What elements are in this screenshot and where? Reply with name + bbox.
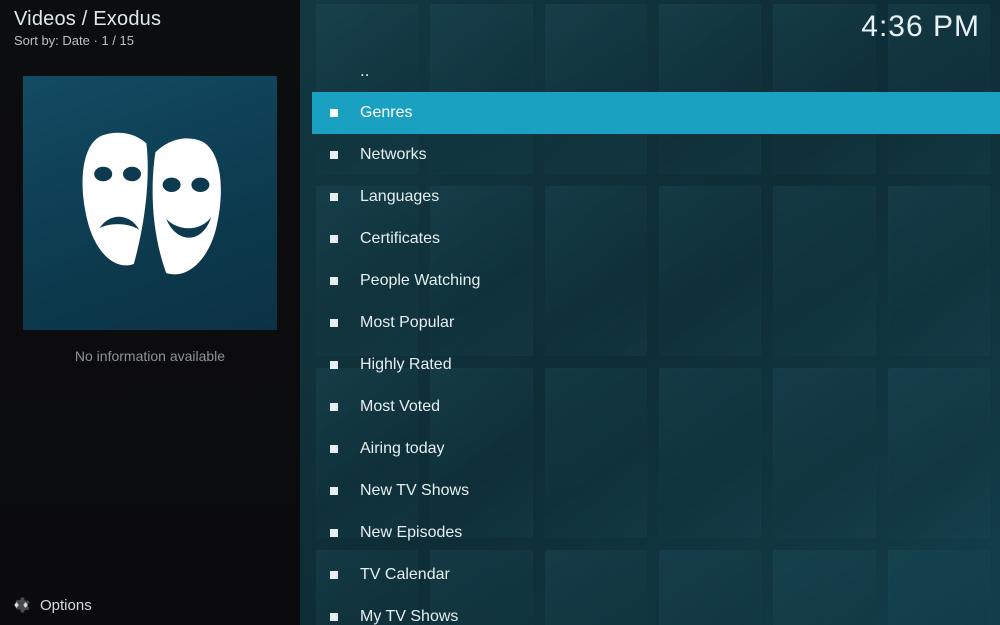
menu-item[interactable]: Airing today: [312, 428, 1000, 470]
side-panel: Videos / Exodus Sort by: Date · 1 / 15: [0, 0, 300, 625]
square-bullet-icon: [330, 319, 338, 327]
menu-item[interactable]: Most Popular: [312, 302, 1000, 344]
square-bullet-icon: [330, 403, 338, 411]
menu-item-label: Airing today: [360, 440, 445, 458]
options-label: Options: [40, 597, 92, 614]
menu-item-label: People Watching: [360, 272, 480, 290]
menu-item[interactable]: Highly Rated: [312, 344, 1000, 386]
options-button[interactable]: Options: [0, 585, 300, 625]
square-bullet-icon: [330, 487, 338, 495]
menu-item-label: Most Voted: [360, 398, 440, 416]
menu-item-label: TV Calendar: [360, 566, 450, 584]
menu-item-label: Most Popular: [360, 314, 454, 332]
square-bullet-icon: [330, 277, 338, 285]
menu-item-label: Networks: [360, 146, 427, 164]
menu-item[interactable]: New Episodes: [312, 512, 1000, 554]
theater-masks-icon: [60, 111, 240, 296]
square-bullet-icon: [330, 529, 338, 537]
menu-item[interactable]: Most Voted: [312, 386, 1000, 428]
menu-item[interactable]: New TV Shows: [312, 470, 1000, 512]
menu-item-label: New Episodes: [360, 524, 462, 542]
list-position: 1 / 15: [101, 33, 134, 48]
sort-info: Sort by: Date · 1 / 15: [14, 33, 286, 48]
sort-field: Date: [62, 33, 89, 48]
menu-item[interactable]: Networks: [312, 134, 1000, 176]
info-caption: No information available: [14, 348, 286, 364]
options-icon: [12, 596, 30, 614]
menu-item[interactable]: Languages: [312, 176, 1000, 218]
square-bullet-icon: [330, 109, 338, 117]
menu-parent-label: ..: [360, 61, 369, 81]
menu-item[interactable]: My TV Shows: [312, 596, 1000, 625]
menu-item-label: Genres: [360, 104, 412, 122]
menu-item-label: My TV Shows: [360, 608, 458, 625]
menu-item[interactable]: Genres: [312, 92, 1000, 134]
menu-item[interactable]: People Watching: [312, 260, 1000, 302]
menu-list: .. Genres Networks Languages Certificates Pe…: [312, 50, 1000, 625]
menu-item-label: New TV Shows: [360, 482, 469, 500]
menu-item[interactable]: TV Calendar: [312, 554, 1000, 596]
square-bullet-icon: [330, 151, 338, 159]
square-bullet-icon: [330, 193, 338, 201]
position-sep: ·: [90, 33, 102, 48]
square-bullet-icon: [330, 445, 338, 453]
breadcrumb: Videos / Exodus: [14, 8, 286, 31]
menu-item-label: Languages: [360, 188, 439, 206]
menu-item[interactable]: Certificates: [312, 218, 1000, 260]
sort-prefix: Sort by:: [14, 33, 62, 48]
addon-thumbnail: [23, 76, 277, 330]
menu-parent[interactable]: ..: [312, 50, 1000, 92]
square-bullet-icon: [330, 361, 338, 369]
menu-item-label: Certificates: [360, 230, 440, 248]
square-bullet-icon: [330, 613, 338, 621]
square-bullet-icon: [330, 235, 338, 243]
clock: 4:36 PM: [861, 10, 980, 44]
menu-item-label: Highly Rated: [360, 356, 452, 374]
square-bullet-icon: [330, 571, 338, 579]
